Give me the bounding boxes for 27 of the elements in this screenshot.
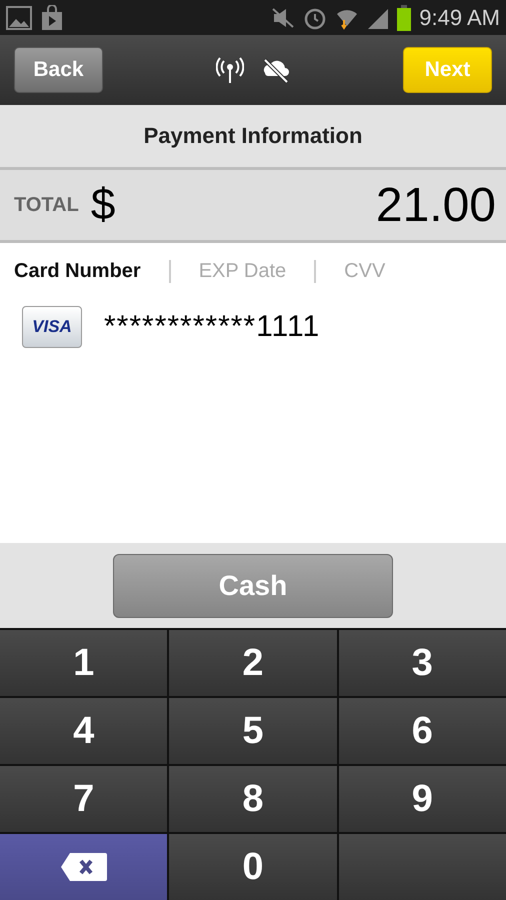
picture-icon: [6, 6, 32, 30]
clock-time: 9:49 AM: [419, 4, 500, 30]
keypad-key[interactable]: 2: [169, 630, 337, 696]
field-tab[interactable]: Card Number: [14, 260, 171, 283]
card-brand-logo: VISA: [22, 306, 82, 348]
card-number: ************1111: [104, 310, 320, 344]
keypad-key[interactable]: 9: [338, 766, 506, 832]
back-button[interactable]: Back: [14, 47, 103, 93]
antenna-icon: [216, 57, 244, 83]
cloud-off-icon: [262, 57, 290, 83]
keypad-key[interactable]: 7: [0, 766, 168, 832]
keypad-key[interactable]: 1: [0, 630, 168, 696]
keypad-key[interactable]: 3: [338, 630, 506, 696]
keypad-key[interactable]: 6: [338, 698, 506, 764]
backspace-icon: [60, 852, 108, 882]
page-title: Payment Information: [144, 123, 362, 149]
keypad-key[interactable]: 0: [169, 834, 337, 900]
total-amount: 21.00: [376, 178, 496, 232]
keypad-key[interactable]: 5: [169, 698, 337, 764]
keypad-key[interactable]: 4: [0, 698, 168, 764]
mute-icon: [271, 6, 296, 30]
keypad-key[interactable]: 8: [169, 766, 337, 832]
backspace-key[interactable]: [0, 834, 168, 900]
total-label: TOTAL: [14, 194, 79, 216]
currency-symbol: $: [90, 180, 116, 230]
battery-icon: [397, 4, 412, 30]
store-icon: [40, 4, 64, 30]
